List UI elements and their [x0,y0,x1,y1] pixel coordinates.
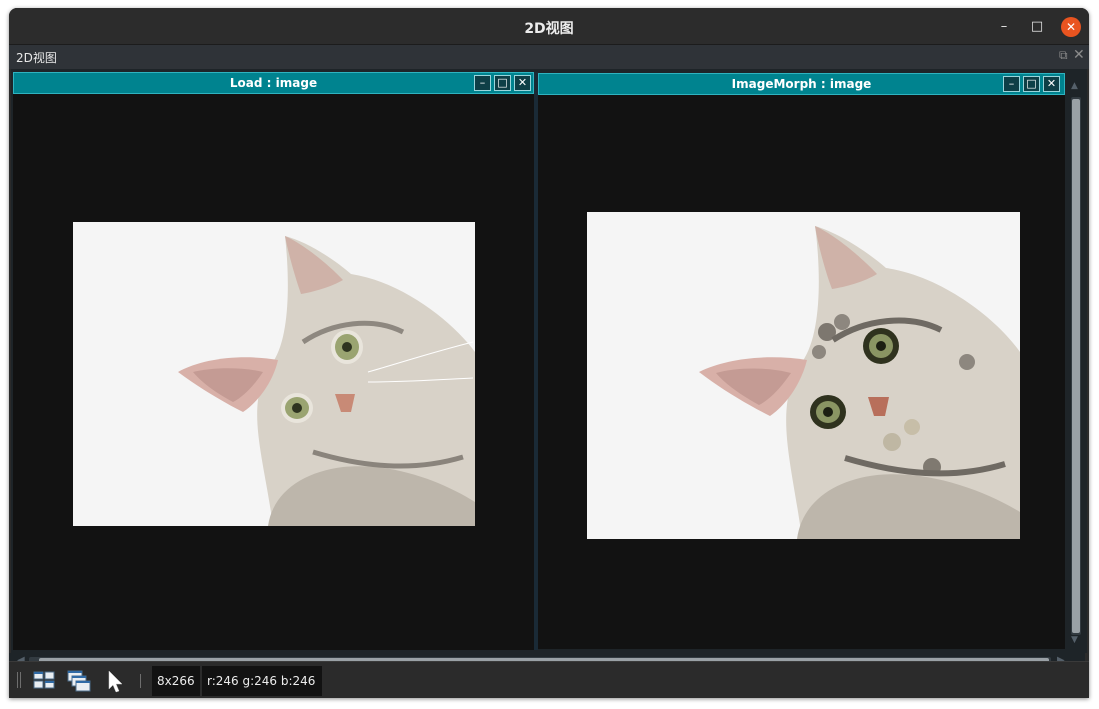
window-title: 2D视图 [524,21,574,37]
image-canvas[interactable] [13,94,534,650]
minimize-icon[interactable]: – [474,75,491,91]
float-icon[interactable]: ⧉ [1059,48,1068,63]
maximize-icon[interactable]: □ [1027,17,1047,37]
maximize-icon[interactable]: □ [1023,76,1040,92]
minimize-icon[interactable]: – [994,17,1014,37]
close-icon[interactable]: ✕ [514,75,531,91]
subwindow-title: Load : image [229,76,318,90]
mdi-workspace: Load : image – □ ✕ ImageMorph: image – … [11,69,1087,653]
minimize-icon[interactable]: – [1003,76,1020,92]
dock-title: 2D视图 [16,51,57,65]
load-image-window[interactable]: Load : image – □ ✕ [13,72,534,650]
toolbar-separator [140,674,141,688]
morphed-cat-image [587,212,1020,539]
close-icon[interactable]: ✕ [1043,76,1060,92]
subwindow-header[interactable]: Load : image – □ ✕ [13,72,534,94]
vertical-scrollbar[interactable]: ▲ ▼ [1068,77,1084,651]
app-window: 2D视图 – □ ✕ 2D视图 ⧉ ✕ Load : image – □ ✕ I… [9,8,1089,698]
image-canvas[interactable] [538,95,1065,649]
cat-image [73,222,475,526]
vertical-scroll-thumb[interactable] [1072,99,1080,633]
subwindow-title: ImageMorph : image [731,77,872,91]
pointer-icon[interactable] [102,668,130,694]
dock-title-bar[interactable]: 2D视图 ⧉ ✕ [9,45,1089,69]
cascade-windows-icon[interactable] [66,668,94,694]
scroll-up-icon[interactable]: ▲ [1071,81,1078,91]
title-bar[interactable]: 2D视图 – □ ✕ [9,8,1089,45]
subwindow-header[interactable]: ImageMorph : image – □ ✕ [538,73,1065,95]
toolbar-grip[interactable] [17,672,21,688]
pixel-color-readout: r:246 g:246 b:246 [202,666,322,696]
status-toolbar: 8x266 r:246 g:246 b:246 [9,661,1089,698]
imagemorph-image-window[interactable]: ImageMorph : image – □ ✕ [538,73,1065,649]
close-icon[interactable]: ✕ [1061,17,1081,37]
tile-windows-icon[interactable] [31,668,59,694]
scroll-down-icon[interactable]: ▼ [1071,635,1078,645]
dock-close-icon[interactable]: ✕ [1073,47,1085,63]
image-size-readout: 8x266 [152,666,200,696]
maximize-icon[interactable]: □ [494,75,511,91]
